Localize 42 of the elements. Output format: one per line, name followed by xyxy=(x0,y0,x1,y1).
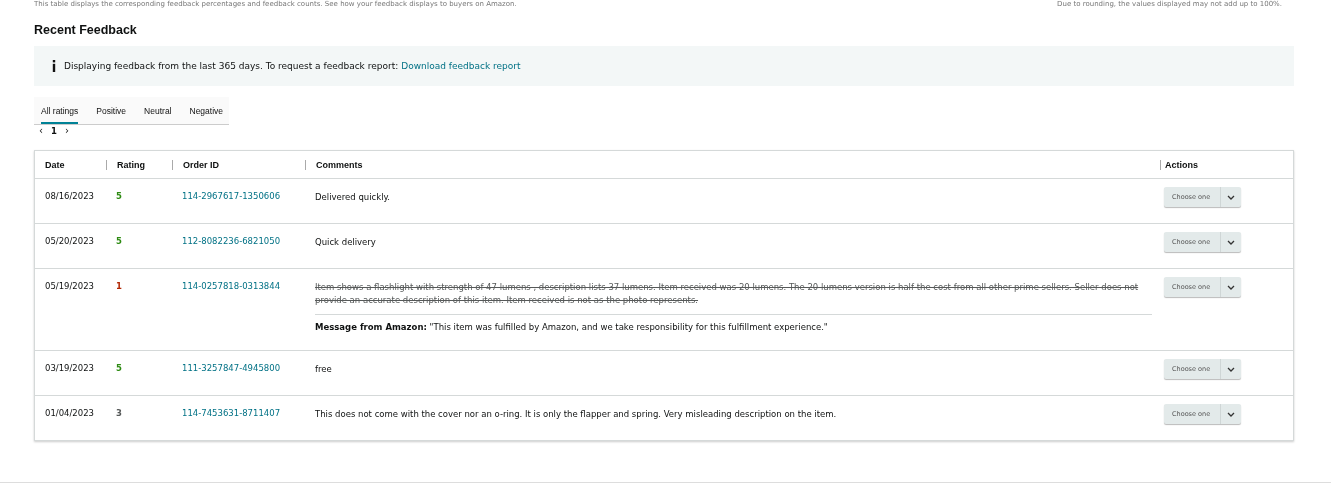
page-number: 1 xyxy=(51,125,57,137)
date-text: 03/19/2023 xyxy=(45,363,94,373)
caret-icon xyxy=(1227,411,1236,417)
rating-value: 1 xyxy=(116,281,122,291)
amazon-message: Message from Amazon: "This item was fulfilled by Amazon, and we take responsibility for this fulfillment experience." xyxy=(315,314,1152,334)
tab[interactable]: Negative xyxy=(189,97,224,124)
column-header: Date xyxy=(45,160,65,170)
order-id-link[interactable]: 114-0257818-0313844 xyxy=(182,281,281,291)
date-text: 08/16/2023 xyxy=(45,191,94,201)
date-text: 05/19/2023 xyxy=(45,281,94,291)
date-text: 01/04/2023 xyxy=(45,408,94,418)
previous-page-button[interactable]: ‹ xyxy=(39,125,43,137)
column-header: Order ID xyxy=(183,160,219,170)
order-id-link[interactable]: 114-7453631-8711407 xyxy=(182,408,281,418)
caret-icon xyxy=(1227,239,1236,245)
next-page-button[interactable]: › xyxy=(64,125,69,137)
rating-value: 5 xyxy=(116,363,122,373)
info-text: Displaying feedback from the last 365 days. To request a feedback report: xyxy=(64,61,399,71)
order-id-link[interactable]: 114-2967617-1350606 xyxy=(182,191,281,201)
tab[interactable]: All ratings xyxy=(41,97,79,124)
date-text: 05/20/2023 xyxy=(45,236,94,246)
rating-value: 3 xyxy=(116,408,122,418)
rating-value: 5 xyxy=(116,191,122,201)
caret-icon xyxy=(1227,194,1236,200)
tab[interactable]: Positive xyxy=(96,97,127,124)
comment-text: This does not come with the cover nor an o-ring. It is only the flapper and spring. Very misleading description on the item. xyxy=(315,408,838,421)
order-id-link[interactable]: 112-8082236-6821050 xyxy=(182,236,281,246)
comment-text: Item shows a flashlight with strength of 47 lumens , description lists 37 lumens. Item received was 20 lumens. The 20 lumens version is half the cost from all other prime sellers. Seller does not provide an accurate description of this item. Item received is not as the photo represents. xyxy=(315,281,1140,307)
comment-text: Quick delivery xyxy=(315,236,377,249)
caret-icon xyxy=(1227,366,1236,372)
column-header: Comments xyxy=(316,160,363,170)
info-icon xyxy=(52,60,56,72)
column-header: Rating xyxy=(117,160,145,170)
download-link[interactable]: Download feedback report xyxy=(401,61,521,71)
order-id-link[interactable]: 111-3257847-4945800 xyxy=(182,363,281,373)
comment-text: Delivered quickly. xyxy=(315,191,391,204)
section-title: Recent Feedback xyxy=(34,22,138,38)
rating-value: 5 xyxy=(116,236,122,246)
caret-icon xyxy=(1227,284,1236,290)
comment-text: free xyxy=(315,363,333,376)
tab[interactable]: Neutral xyxy=(144,97,172,124)
column-header: Actions xyxy=(1165,160,1198,170)
